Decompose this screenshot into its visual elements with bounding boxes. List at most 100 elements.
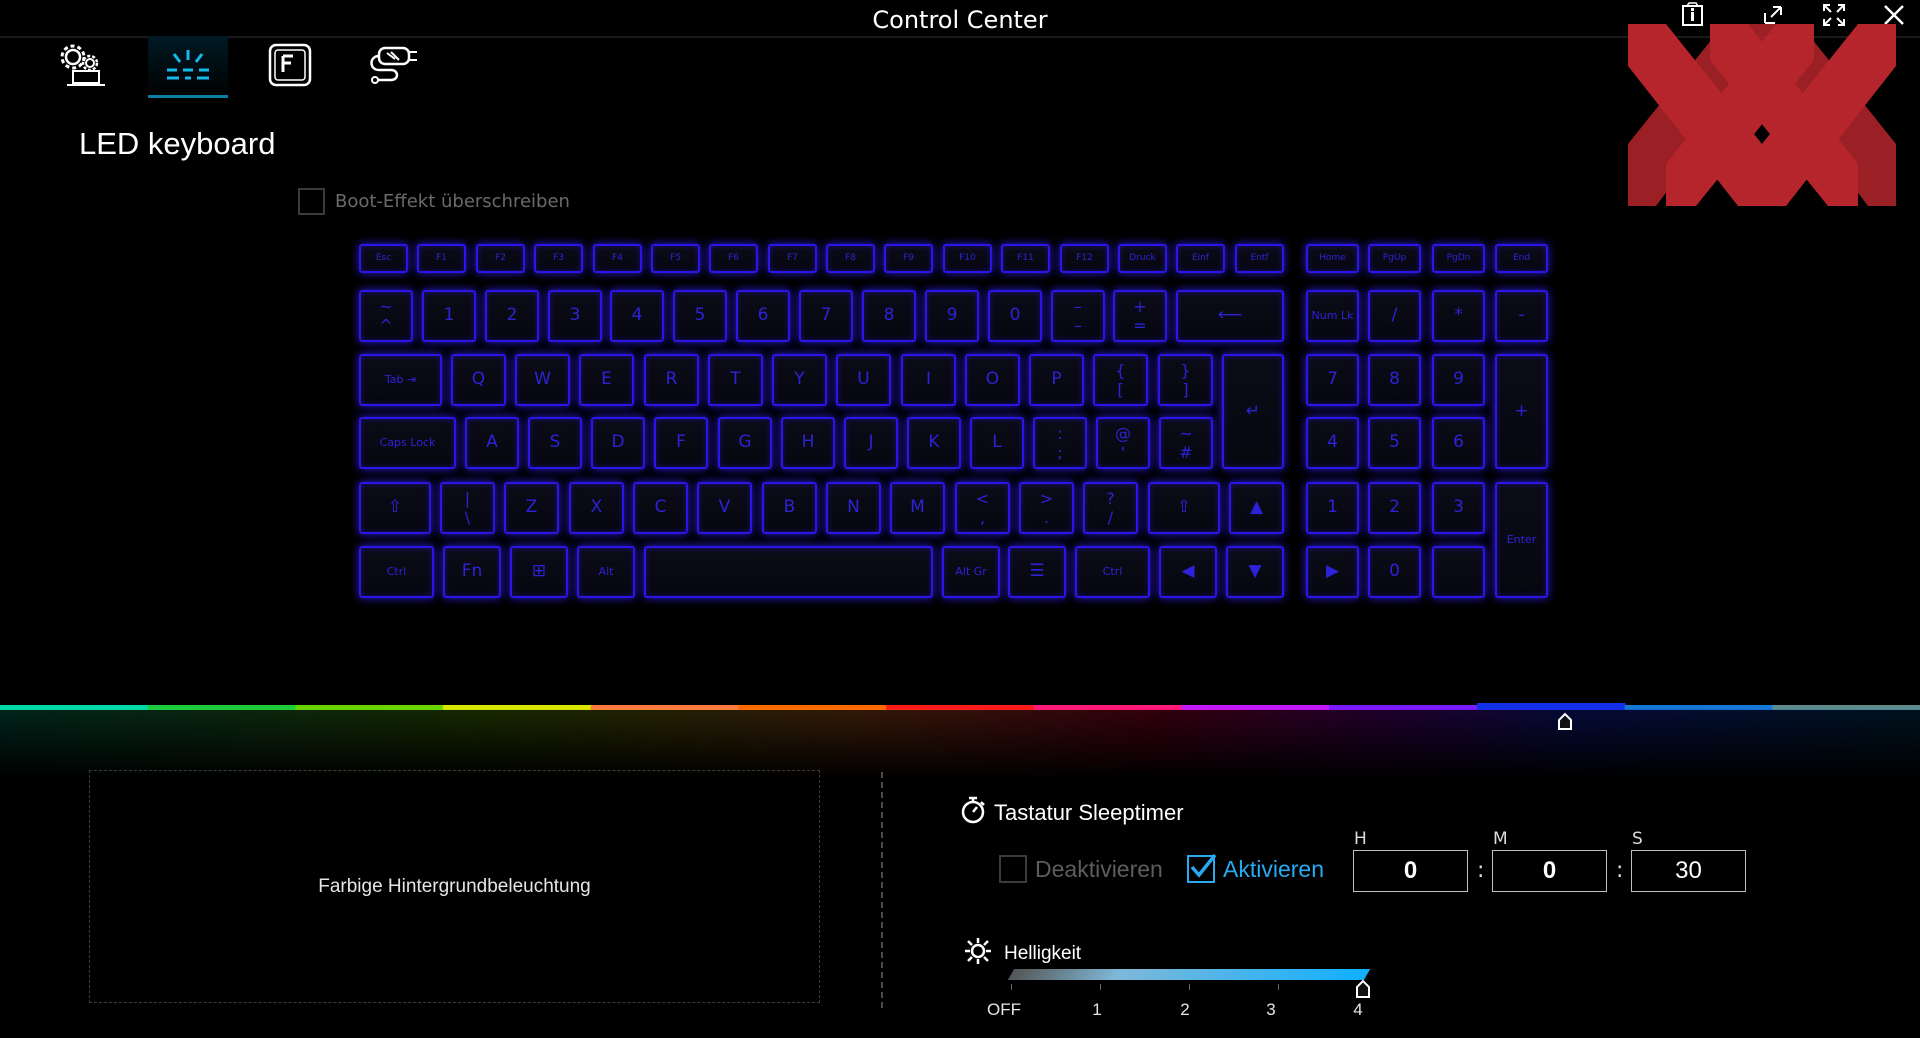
keyboard-key[interactable]: - (1495, 290, 1548, 342)
keyboard-key[interactable]: 1 (422, 290, 476, 342)
keyboard-key[interactable]: P (1029, 354, 1084, 406)
keyboard-key[interactable]: Ctrl (359, 546, 434, 598)
activate-checkbox[interactable] (1187, 853, 1217, 883)
keyboard-key[interactable]: 0 (1368, 546, 1421, 598)
brightness-slider[interactable] (1007, 969, 1371, 982)
keyboard-key[interactable]: L (970, 417, 1024, 469)
nav-power-plug[interactable] (354, 36, 434, 98)
color-selector-handle[interactable] (1555, 711, 1575, 731)
keyboard-key[interactable]: F1 (417, 244, 466, 273)
keyboard-key[interactable]: 6 (736, 290, 790, 342)
keyboard-key[interactable]: I (901, 354, 956, 406)
brightness-tick-label[interactable]: 4 (1353, 1000, 1362, 1020)
keyboard-key[interactable]: O (965, 354, 1020, 406)
keyboard-key[interactable]: ▲ (1229, 482, 1284, 534)
keyboard-key[interactable]: ⊞ (510, 546, 568, 598)
keyboard-key[interactable]: > . (1019, 482, 1074, 534)
boot-effect-option[interactable]: Boot-Effekt überschreiben (298, 188, 570, 215)
nav-function-key[interactable] (250, 36, 330, 98)
keyboard-key[interactable]: H (781, 417, 835, 469)
keyboard-key[interactable]: F9 (884, 244, 933, 273)
keyboard-key[interactable]: 8 (1368, 354, 1421, 406)
keyboard-key[interactable]: F7 (768, 244, 817, 273)
keyboard-key[interactable]: F4 (593, 244, 642, 273)
keyboard-key[interactable]: < , (955, 482, 1010, 534)
keyboard-key[interactable]: W (515, 354, 570, 406)
keyboard-key[interactable]: S (528, 417, 582, 469)
keyboard-key[interactable]: B (762, 482, 817, 534)
activate-option[interactable]: Aktivieren (1187, 853, 1324, 883)
keyboard-key[interactable]: ? / (1083, 482, 1138, 534)
background-lighting-panel[interactable]: Farbige Hintergrundbeleuchtung (89, 770, 820, 1003)
brightness-tick-label[interactable]: OFF (987, 1000, 1021, 1020)
keyboard-key[interactable]: F2 (476, 244, 525, 273)
keyboard-key[interactable]: F3 (534, 244, 583, 273)
keyboard-key[interactable]: Enter (1495, 482, 1548, 598)
keyboard-key[interactable]: C (633, 482, 688, 534)
keyboard-key[interactable]: 7 (799, 290, 853, 342)
keyboard-key[interactable] (1432, 546, 1485, 598)
keyboard-key[interactable]: Druck (1118, 244, 1167, 273)
keyboard-key[interactable]: F5 (651, 244, 700, 273)
keyboard-key[interactable]: E (579, 354, 634, 406)
keyboard-key[interactable]: ⇧ (359, 482, 431, 534)
keyboard-key[interactable]: A (465, 417, 519, 469)
keyboard-key[interactable]: ⟵ (1176, 290, 1284, 342)
keyboard-key[interactable]: D (591, 417, 645, 469)
seconds-input[interactable] (1631, 850, 1746, 892)
keyboard-key[interactable]: J (844, 417, 898, 469)
minutes-input[interactable] (1492, 850, 1607, 892)
keyboard-key[interactable]: Tab ⇥ (359, 354, 442, 406)
keyboard-key[interactable]: | \ (440, 482, 495, 534)
keyboard-key[interactable]: ◀ (1159, 546, 1217, 598)
keyboard-key[interactable]: 3 (548, 290, 602, 342)
keyboard-key[interactable]: End (1495, 244, 1548, 273)
boot-effect-checkbox[interactable] (298, 188, 325, 215)
keyboard-key[interactable]: : ; (1033, 417, 1087, 469)
keyboard-key[interactable]: Alt Gr (942, 546, 1000, 598)
keyboard-key[interactable]: F (654, 417, 708, 469)
keyboard-key[interactable]: Alt (577, 546, 635, 598)
brightness-handle[interactable] (1355, 979, 1371, 999)
keyboard-key[interactable]: Home (1306, 244, 1359, 273)
deactivate-checkbox[interactable] (999, 855, 1027, 883)
keyboard-key[interactable]: ▶ (1306, 546, 1359, 598)
keyboard-key[interactable]: / (1368, 290, 1421, 342)
nav-led-keyboard[interactable] (148, 36, 228, 98)
keyboard-key[interactable]: 4 (1306, 417, 1359, 469)
keyboard-key[interactable]: Esc (359, 244, 408, 273)
keyboard-key[interactable]: 5 (1368, 417, 1421, 469)
keyboard-key[interactable]: F6 (709, 244, 758, 273)
keyboard-key[interactable]: 5 (673, 290, 727, 342)
brightness-tick-label[interactable]: 1 (1092, 1000, 1101, 1020)
brightness-tick-label[interactable]: 3 (1266, 1000, 1275, 1020)
keyboard-key[interactable]: * (1432, 290, 1485, 342)
keyboard-key[interactable]: + (1495, 354, 1548, 469)
keyboard-key[interactable]: 2 (1368, 482, 1421, 534)
keyboard-key[interactable]: N (826, 482, 881, 534)
keyboard-key[interactable]: PgDn (1432, 244, 1485, 273)
keyboard-key[interactable]: Einf (1176, 244, 1225, 273)
keyboard-key[interactable]: ~ # (1159, 417, 1213, 469)
keyboard-key[interactable]: ~ ^ (359, 290, 413, 342)
keyboard-key[interactable]: V (697, 482, 752, 534)
keyboard-key[interactable]: – – (1051, 290, 1105, 342)
keyboard-key[interactable]: PgUp (1368, 244, 1421, 273)
keyboard-key[interactable]: Y (772, 354, 827, 406)
keyboard-key[interactable] (644, 546, 933, 598)
brightness-tick-label[interactable]: 2 (1180, 1000, 1189, 1020)
keyboard-key[interactable]: Entf (1235, 244, 1284, 273)
keyboard-key[interactable]: 1 (1306, 482, 1359, 534)
keyboard-key[interactable]: + = (1113, 290, 1167, 342)
keyboard-key[interactable]: 9 (1432, 354, 1485, 406)
keyboard-key[interactable]: U (836, 354, 891, 406)
nav-system-settings[interactable] (42, 36, 122, 98)
keyboard-key[interactable]: Ctrl (1075, 546, 1150, 598)
keyboard-key[interactable]: M (890, 482, 945, 534)
keyboard-key[interactable]: 3 (1432, 482, 1485, 534)
keyboard-key[interactable]: R (644, 354, 699, 406)
keyboard-key[interactable]: T (708, 354, 763, 406)
deactivate-option[interactable]: Deaktivieren (999, 855, 1163, 883)
keyboard-key[interactable]: X (569, 482, 624, 534)
keyboard-key[interactable]: K (907, 417, 961, 469)
